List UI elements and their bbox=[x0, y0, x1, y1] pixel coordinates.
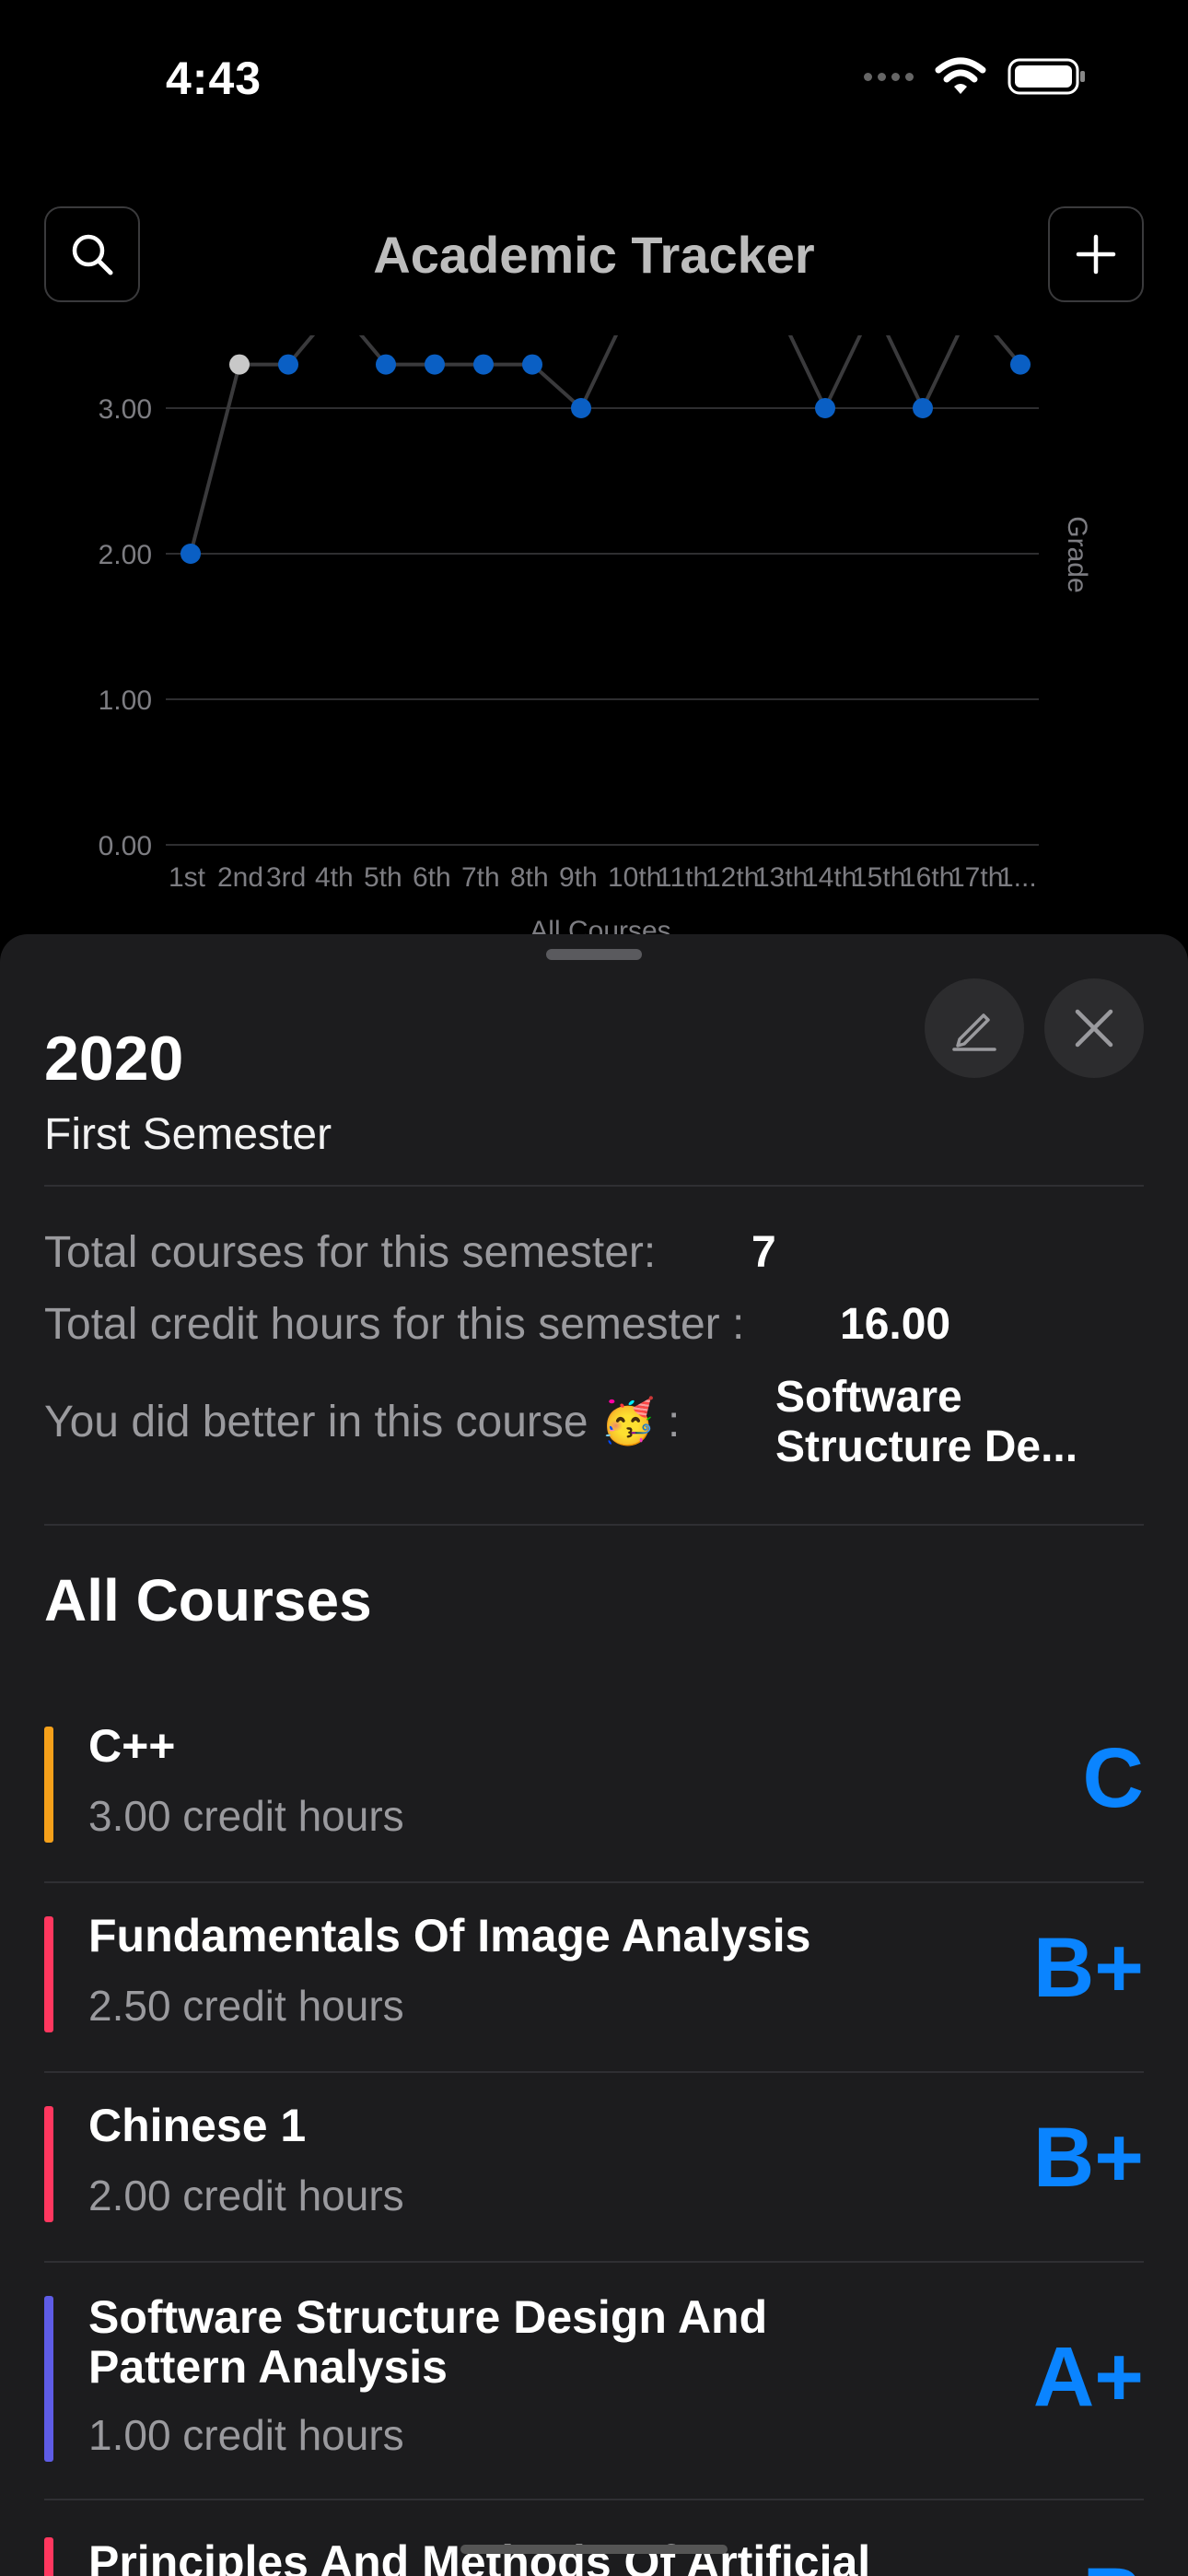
course-row[interactable]: C++ 3.00 credit hours C bbox=[44, 1712, 1144, 1902]
x-tick-label: 15th bbox=[852, 862, 905, 893]
course-name: C++ bbox=[88, 1720, 176, 1772]
data-point bbox=[1010, 354, 1031, 375]
course-grade: A+ bbox=[1032, 2330, 1144, 2424]
x-tick-label: 16th bbox=[901, 862, 954, 893]
course-color-bar bbox=[44, 2537, 53, 2576]
x-tick-label: 12th bbox=[705, 862, 759, 893]
course-grade: B+ bbox=[1032, 2111, 1144, 2205]
divider bbox=[44, 1881, 1144, 1883]
home-indicator[interactable] bbox=[460, 2545, 728, 2554]
course-credits: 2.00 credit hours bbox=[88, 2172, 404, 2219]
signal-icon bbox=[864, 72, 914, 81]
x-tick-label: 5th bbox=[364, 862, 402, 893]
course-credits: 2.50 credit hours bbox=[88, 1982, 404, 2030]
data-point bbox=[327, 313, 347, 316]
y-tick-label: 1.00 bbox=[99, 685, 152, 716]
data-point bbox=[425, 354, 445, 375]
course-name: Chinese 1 bbox=[88, 2100, 307, 2151]
x-tick-label: 3rd bbox=[266, 862, 306, 893]
plus-icon bbox=[1076, 234, 1116, 275]
course-name: Fundamentals Of Image Analysis bbox=[88, 1910, 811, 1961]
status-bar: 4:43 bbox=[0, 0, 1188, 157]
data-point bbox=[473, 354, 494, 375]
x-tick-label: 14th bbox=[803, 862, 856, 893]
x-tick-label: 2nd bbox=[217, 862, 263, 893]
page-title: Academic Tracker bbox=[373, 226, 815, 284]
close-button[interactable] bbox=[1044, 978, 1144, 1078]
data-point bbox=[571, 398, 591, 418]
nav-bar: Academic Tracker bbox=[0, 203, 1188, 310]
status-time: 4:43 bbox=[166, 53, 262, 104]
sheet-grabber[interactable] bbox=[546, 949, 642, 960]
data-point bbox=[229, 354, 250, 375]
divider bbox=[44, 1524, 1144, 1526]
series-line bbox=[189, 335, 1022, 555]
course-name: Software Structure Design And Pattern An… bbox=[88, 2291, 768, 2393]
x-tick-label: 13th bbox=[754, 862, 808, 893]
best-course-label: You did better in this course 🥳 : bbox=[44, 1398, 681, 1446]
status-icons bbox=[864, 57, 1087, 96]
battery-icon bbox=[1007, 58, 1085, 95]
total-credits-value: 16.00 bbox=[840, 1300, 951, 1349]
data-point bbox=[278, 354, 298, 375]
course-row[interactable]: Software Structure Design And Pattern An… bbox=[44, 2281, 1144, 2521]
data-point bbox=[815, 398, 835, 418]
x-tick-label: 4th bbox=[315, 862, 354, 893]
wifi-icon bbox=[935, 57, 986, 94]
pencil-icon bbox=[952, 1013, 996, 1051]
course-grade: B bbox=[1083, 2550, 1144, 2576]
course-row[interactable]: Chinese 1 2.00 credit hours B+ bbox=[44, 2091, 1144, 2281]
total-courses-value: 7 bbox=[751, 1228, 776, 1277]
x-tick-label: 1st bbox=[169, 862, 206, 893]
section-title: All Courses bbox=[44, 1567, 372, 1633]
divider bbox=[44, 2499, 1144, 2500]
x-tick-label: 17th bbox=[949, 862, 1003, 893]
data-point bbox=[620, 313, 640, 316]
course-grade: C bbox=[1082, 1731, 1144, 1825]
x-tick-label: 1... bbox=[998, 862, 1037, 893]
course-color-bar bbox=[44, 2296, 53, 2462]
semester-year: 2020 bbox=[44, 1024, 184, 1094]
x-tick-label: 9th bbox=[559, 862, 598, 893]
grade-chart: 0.00 1.00 2.00 3.00 1st 2nd 3rd 4th 5th 6th 7th 8th… bbox=[99, 313, 1092, 940]
x-tick-label: 8th bbox=[510, 862, 549, 893]
y-tick-label: 2.00 bbox=[99, 540, 152, 570]
divider bbox=[44, 2261, 1144, 2263]
semester-sheet: 2020 First Semester Total courses for th… bbox=[0, 934, 1188, 2576]
divider bbox=[44, 2071, 1144, 2073]
course-row[interactable]: Fundamentals Of Image Analysis 2.50 cred… bbox=[44, 1902, 1144, 2091]
course-credits: 3.00 credit hours bbox=[88, 1792, 404, 1840]
data-point bbox=[864, 313, 884, 316]
data-point bbox=[522, 354, 542, 375]
total-courses-label: Total courses for this semester: bbox=[44, 1228, 657, 1277]
x-tick-label: 6th bbox=[413, 862, 451, 893]
divider bbox=[44, 1185, 1144, 1187]
semester-name: First Semester bbox=[44, 1110, 332, 1159]
course-color-bar bbox=[44, 1916, 53, 2032]
x-tick-label: 10th bbox=[608, 862, 661, 893]
x-tick-label: 11th bbox=[657, 862, 708, 893]
course-credits: 1.00 credit hours bbox=[88, 2411, 404, 2459]
course-color-bar bbox=[44, 2106, 53, 2222]
data-point bbox=[376, 354, 396, 375]
close-icon bbox=[1075, 1009, 1113, 1048]
y-tick-label: 3.00 bbox=[99, 394, 152, 425]
data-point bbox=[181, 544, 201, 564]
edit-button[interactable] bbox=[925, 978, 1024, 1078]
add-button[interactable] bbox=[1048, 206, 1144, 302]
course-name: Principles And Methods Of Artificial bbox=[88, 2536, 871, 2576]
course-color-bar bbox=[44, 1727, 53, 1843]
data-point bbox=[766, 313, 786, 316]
total-credits-label: Total credit hours for this semester : bbox=[44, 1300, 745, 1349]
data-point bbox=[913, 398, 933, 418]
data-point bbox=[961, 313, 982, 316]
course-grade: B+ bbox=[1032, 1921, 1144, 2015]
y-tick-label: 0.00 bbox=[99, 831, 152, 861]
x-tick-label: 7th bbox=[461, 862, 500, 893]
best-course-value: Software Structure De... bbox=[775, 1373, 1078, 1471]
y-axis-label: Grade bbox=[1062, 516, 1092, 592]
